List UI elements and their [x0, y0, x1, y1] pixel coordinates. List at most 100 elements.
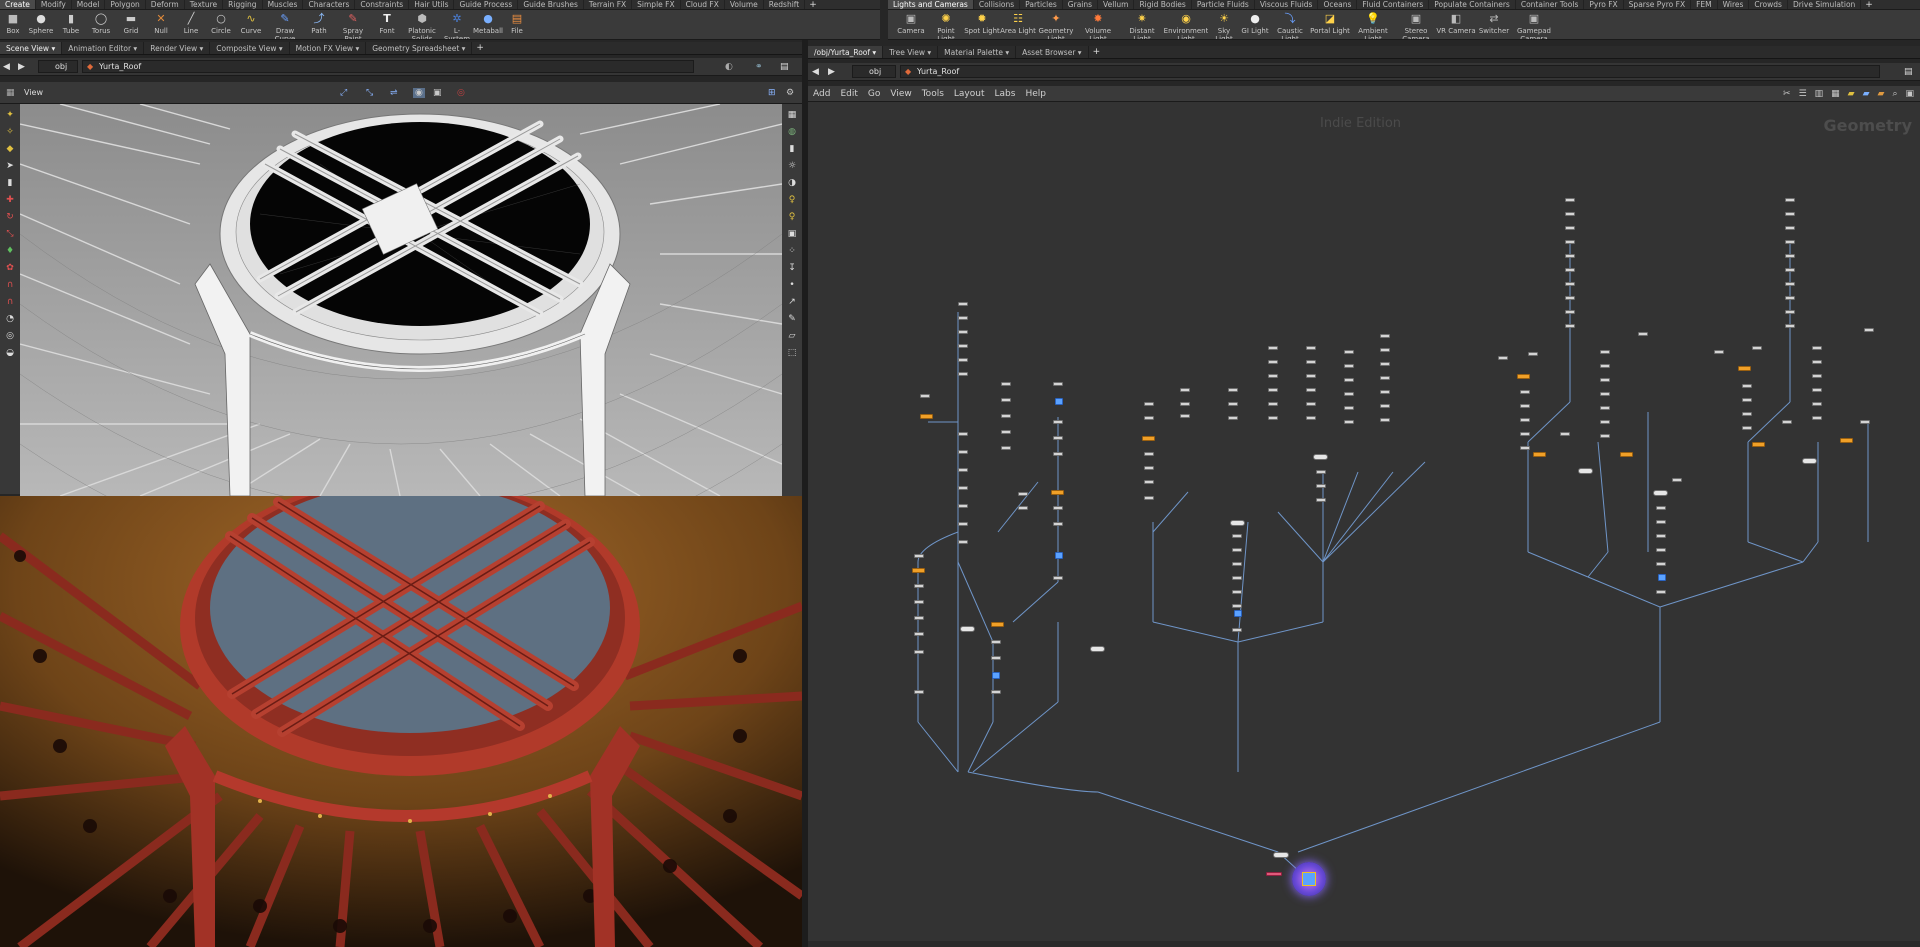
network-node[interactable] [1785, 324, 1795, 328]
tool-circle[interactable]: ○ Circle [206, 10, 236, 39]
network-node[interactable] [1232, 548, 1242, 552]
network-node[interactable] [1144, 496, 1154, 500]
network-node[interactable] [1268, 346, 1278, 350]
network-node[interactable] [1380, 362, 1390, 366]
network-node[interactable] [1001, 430, 1011, 434]
network-node[interactable] [1565, 212, 1575, 216]
network-node[interactable] [1812, 402, 1822, 406]
shelf-tab[interactable]: Guide Brushes [518, 0, 584, 9]
network-node[interactable] [1380, 404, 1390, 408]
shelf-tab[interactable]: Redshift [764, 0, 806, 9]
list-view-icon[interactable]: ☰ [1799, 89, 1807, 99]
tool-box[interactable]: ■ Box [0, 10, 26, 39]
network-node[interactable] [1785, 212, 1795, 216]
network-node[interactable] [1600, 350, 1610, 354]
shelf-tab[interactable]: Characters [303, 0, 356, 9]
network-node[interactable] [1018, 506, 1028, 510]
network-node[interactable] [1268, 402, 1278, 406]
move-tool-icon[interactable]: ✦ [5, 110, 16, 121]
network-node[interactable] [1840, 438, 1853, 443]
tool-vr-camera[interactable]: ◧ VR Camera [1436, 10, 1476, 39]
viewport-wireframe[interactable] [20, 104, 782, 496]
forward-arrow-icon[interactable]: ▶ [828, 67, 835, 77]
network-node[interactable] [1144, 480, 1154, 484]
network-node[interactable] [1144, 402, 1154, 406]
network-node[interactable] [1600, 392, 1610, 396]
tool-stereo-camera[interactable]: ▣ Stereo Camera [1396, 10, 1436, 39]
shelf-tab[interactable]: Guide Process [454, 0, 519, 9]
network-node[interactable] [1268, 360, 1278, 364]
network-node[interactable] [958, 344, 968, 348]
path-node[interactable]: ◆ Yurta_Roof [82, 60, 694, 73]
network-node[interactable] [1306, 360, 1316, 364]
network-node[interactable] [1001, 446, 1011, 450]
color-palette-icon[interactable]: ▰ [1863, 89, 1870, 99]
network-node[interactable] [958, 302, 968, 306]
shelf-tab[interactable]: Terrain FX [584, 0, 633, 9]
network-node[interactable] [1180, 402, 1190, 406]
shelf-tab[interactable]: Hair Utils [409, 0, 455, 9]
network-node[interactable] [1053, 522, 1063, 526]
shelf-tab[interactable]: Crowds [1749, 0, 1788, 9]
network-node[interactable] [1055, 398, 1063, 405]
path-root[interactable]: obj [38, 60, 78, 73]
menu-labs[interactable]: Labs [990, 89, 1021, 99]
shelf-tab[interactable]: Pyro FX [1584, 0, 1624, 9]
tool-area-light[interactable]: ☷ Area Light [1000, 10, 1036, 39]
network-node[interactable] [1053, 576, 1063, 580]
network-node[interactable] [1533, 452, 1546, 457]
network-node[interactable] [1812, 416, 1822, 420]
shelf-tab[interactable]: Container Tools [1516, 0, 1585, 9]
tile-view-icon[interactable]: ▦ [1831, 89, 1840, 99]
tool-line[interactable]: ╱ Line [176, 10, 206, 39]
network-node[interactable] [1528, 352, 1538, 356]
tool-environment-light[interactable]: ◉ Environment Light [1164, 10, 1208, 39]
shape-palette-icon[interactable]: ▰ [1878, 89, 1885, 99]
add-shelf-tab-button[interactable]: + [805, 0, 821, 10]
network-node[interactable] [1380, 348, 1390, 352]
shelf-tab[interactable]: Collisions [974, 0, 1021, 9]
transform-icon[interactable]: ✚ [5, 195, 16, 206]
measure-icon[interactable]: ↗ [787, 297, 798, 308]
tool-spot-light[interactable]: ✹ Spot Light [964, 10, 1000, 39]
tab-animation-editor[interactable]: Animation Editor ▾ [62, 42, 145, 54]
visibility-icon[interactable]: ◔ [5, 314, 16, 325]
network-node[interactable] [958, 450, 968, 454]
network-node[interactable] [1144, 466, 1154, 470]
shelf-tab[interactable]: Wires [1718, 0, 1750, 9]
network-node[interactable] [958, 504, 968, 508]
network-node[interactable] [1812, 374, 1822, 378]
network-node[interactable] [1565, 268, 1575, 272]
network-node[interactable] [1306, 416, 1316, 420]
pin-icon[interactable]: ◐ [725, 62, 733, 72]
path-root[interactable]: obj [852, 65, 896, 78]
network-node[interactable] [958, 330, 968, 334]
network-node[interactable] [991, 656, 1001, 660]
options-icon[interactable]: ▤ [1904, 67, 1913, 77]
network-node[interactable] [1053, 436, 1063, 440]
view-menu-icon[interactable]: ▦ [6, 88, 15, 98]
network-node[interactable] [1656, 506, 1666, 510]
lock-icon[interactable]: ▮ [5, 178, 16, 189]
add-pane-tab-button[interactable]: + [1089, 46, 1105, 58]
network-node[interactable] [1742, 398, 1752, 402]
network-node[interactable] [1344, 364, 1354, 368]
network-node[interactable] [958, 540, 968, 544]
tool-spray-paint[interactable]: ✎ Spray Paint [334, 10, 372, 39]
network-node[interactable] [1565, 226, 1575, 230]
network-node[interactable] [914, 600, 924, 604]
network-node[interactable] [914, 616, 924, 620]
tool-path[interactable]: ⤴ Path [304, 10, 334, 39]
network-node[interactable] [958, 468, 968, 472]
network-node[interactable] [1520, 390, 1530, 394]
brush-icon[interactable]: ✿ [5, 263, 16, 274]
network-node[interactable] [1268, 374, 1278, 378]
forward-arrow-icon[interactable]: ▶ [18, 62, 25, 72]
brush-alt-icon[interactable]: ✎ [787, 314, 798, 325]
network-node[interactable] [1742, 384, 1752, 388]
network-node[interactable] [1785, 254, 1795, 258]
viewport-render[interactable] [0, 496, 802, 947]
network-node[interactable] [1344, 420, 1354, 424]
network-node[interactable] [1812, 360, 1822, 364]
display-options-icon[interactable]: ▣ [433, 88, 442, 98]
